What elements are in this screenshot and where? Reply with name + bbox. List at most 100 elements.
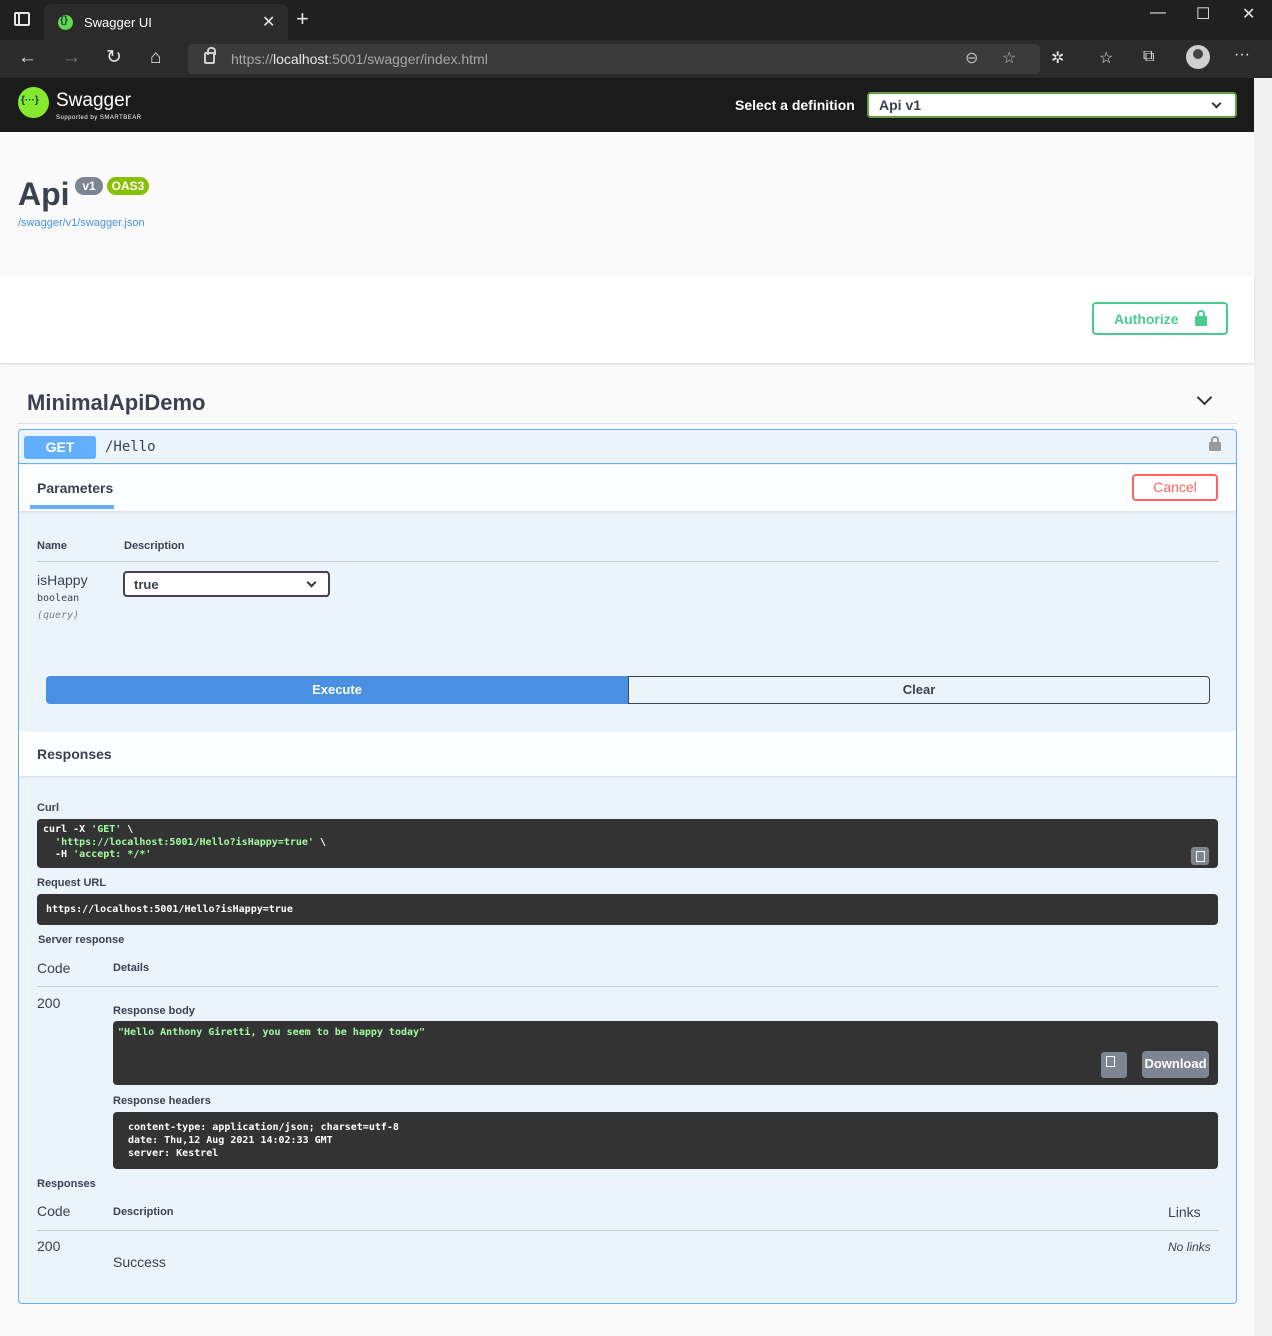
curl-text: \ [313,836,326,848]
zoom-icon[interactable]: ⊖ [965,48,978,68]
documented-responses-title: Responses [37,1178,96,1190]
tab-actions-icon[interactable] [14,12,30,26]
profile-avatar[interactable] [1186,45,1210,69]
swagger-favicon-icon [58,15,73,30]
param-ishappy-select[interactable]: true [123,571,330,597]
operation-summary[interactable]: GET /Hello [19,430,1236,464]
definition-select[interactable]: Api v1 [867,92,1237,118]
curl-box: curl -X 'GET' \ 'https://localhost:5001/… [37,819,1218,868]
col-description: Description [124,540,185,552]
chevron-down-icon [1211,98,1222,109]
param-value: true [134,577,159,592]
copy-icon[interactable] [1101,1052,1127,1078]
tab-underline [30,505,114,509]
curl-line: 'https://localhost:5001/Hello?isHappy=tr… [43,837,326,850]
close-window-icon[interactable]: ✕ [1242,4,1255,24]
responses-header: Responses [19,731,1236,776]
response-headers-box: content-type: application/json; charset=… [113,1112,1218,1169]
server-response-divider [37,986,1218,987]
response-body-label: Response body [113,1005,195,1017]
tab-title: Swagger UI [84,15,152,30]
copy-icon[interactable] [1191,847,1209,865]
curl-text: \ [121,824,134,835]
col-name: Name [37,540,67,552]
address-bar[interactable]: https://localhost:5001/swagger/index.htm… [188,44,1040,74]
response-header-line: server: Kestrel [128,1148,219,1159]
collections-icon[interactable]: ⧉ [1143,48,1154,66]
definition-label: Select a definition [735,97,855,113]
doc-code: 200 [37,1238,61,1254]
add-favorite-icon[interactable]: ☆ [1002,48,1016,68]
request-url-label: Request URL [37,877,107,889]
collapse-chevron-icon[interactable] [1196,389,1213,406]
curl-label: Curl [37,802,59,814]
param-in: (query) [37,610,80,621]
doc-description-col: Description [113,1206,174,1218]
forward-icon[interactable]: → [62,46,81,70]
definition-value: Api v1 [879,97,922,113]
maximize-icon[interactable]: ☐ [1196,4,1210,24]
favorites-icon[interactable]: ☆ [1099,48,1113,68]
swagger-logo-icon[interactable] [18,87,49,118]
home-icon[interactable]: ⌂ [150,46,161,70]
close-tab-icon[interactable]: ✕ [262,12,275,32]
curl-text [43,837,55,848]
download-button[interactable]: Download [1142,1051,1209,1078]
curl-line: curl -X 'GET' \ [43,824,326,837]
lock-icon[interactable] [1209,436,1221,451]
documented-divider [37,1230,1218,1231]
oas-badge: OAS3 [107,177,149,195]
clear-button[interactable]: Clear [628,676,1210,704]
browser-toolbar: ← → ↻ ⌂ https://localhost:5001/swagger/i… [0,40,1272,78]
param-name: isHappy [37,572,88,588]
operation-get-hello: GET /Hello Parameters Cancel Name Descri… [18,429,1237,1304]
browser-tab[interactable]: Swagger UI ✕ [44,4,288,40]
method-badge: GET [24,436,96,459]
param-header-divider [37,561,1218,562]
cancel-button[interactable]: Cancel [1132,474,1218,501]
page-scrollbar[interactable] [1254,78,1272,1336]
browser-titlebar: Swagger UI ✕ + — ☐ ✕ [0,0,1272,40]
server-response-label: Server response [38,934,125,946]
tag-divider [18,423,1237,424]
curl-text: -H [43,849,74,860]
back-icon[interactable]: ← [18,46,37,70]
doc-links: No links [1168,1240,1211,1254]
curl-text: curl -X [43,824,92,835]
parameters-header: Parameters Cancel [19,465,1236,511]
response-code: 200 [37,995,61,1011]
lock-icon[interactable] [204,47,216,64]
execute-button[interactable]: Execute [46,676,628,704]
scheme-container: Authorize [0,275,1254,363]
doc-links-col: Links [1168,1204,1201,1220]
refresh-icon[interactable]: ↻ [106,46,122,70]
response-headers-label: Response headers [113,1095,211,1107]
curl-string: 'https://localhost:5001/Hello?isHappy=tr… [55,836,314,848]
swagger-topbar: Swagger Supported by SMARTBEAR Select a … [0,78,1254,132]
more-icon[interactable]: ··· [1234,46,1250,64]
details-col: Details [113,962,150,974]
api-info: Api v1 OAS3 /swagger/v1/swagger.json [0,132,1254,275]
response-header-line: date: Thu,12 Aug 2021 14:02:33 GMT [128,1135,333,1146]
brand-sub: Supported by SMARTBEAR [56,115,142,121]
curl-string: 'accept: */*' [73,849,152,860]
responses-title: Responses [37,746,112,762]
param-type: boolean [37,593,80,604]
unlock-icon [1195,310,1207,326]
response-header-line: content-type: application/json; charset=… [128,1122,399,1133]
new-tab-icon[interactable]: + [296,8,309,30]
response-body: "Hello Anthony Giretti, you seem to be h… [118,1027,426,1038]
version-badge: v1 [75,177,103,195]
request-url: https://localhost:5001/Hello?isHappy=tru… [46,904,293,915]
chevron-down-icon [306,577,317,588]
authorize-button[interactable]: Authorize [1092,302,1228,335]
tag-title[interactable]: MinimalApiDemo [27,390,205,416]
minimize-icon[interactable]: — [1150,4,1166,22]
extensions-icon[interactable]: ✲ [1051,48,1064,68]
page-title: Api [18,176,70,212]
doc-description: Success [113,1254,166,1270]
spec-link[interactable]: /swagger/v1/swagger.json [18,217,145,229]
tab-parameters[interactable]: Parameters [37,480,113,496]
authorize-label: Authorize [1114,311,1179,327]
curl-string: 'GET' [91,824,122,835]
